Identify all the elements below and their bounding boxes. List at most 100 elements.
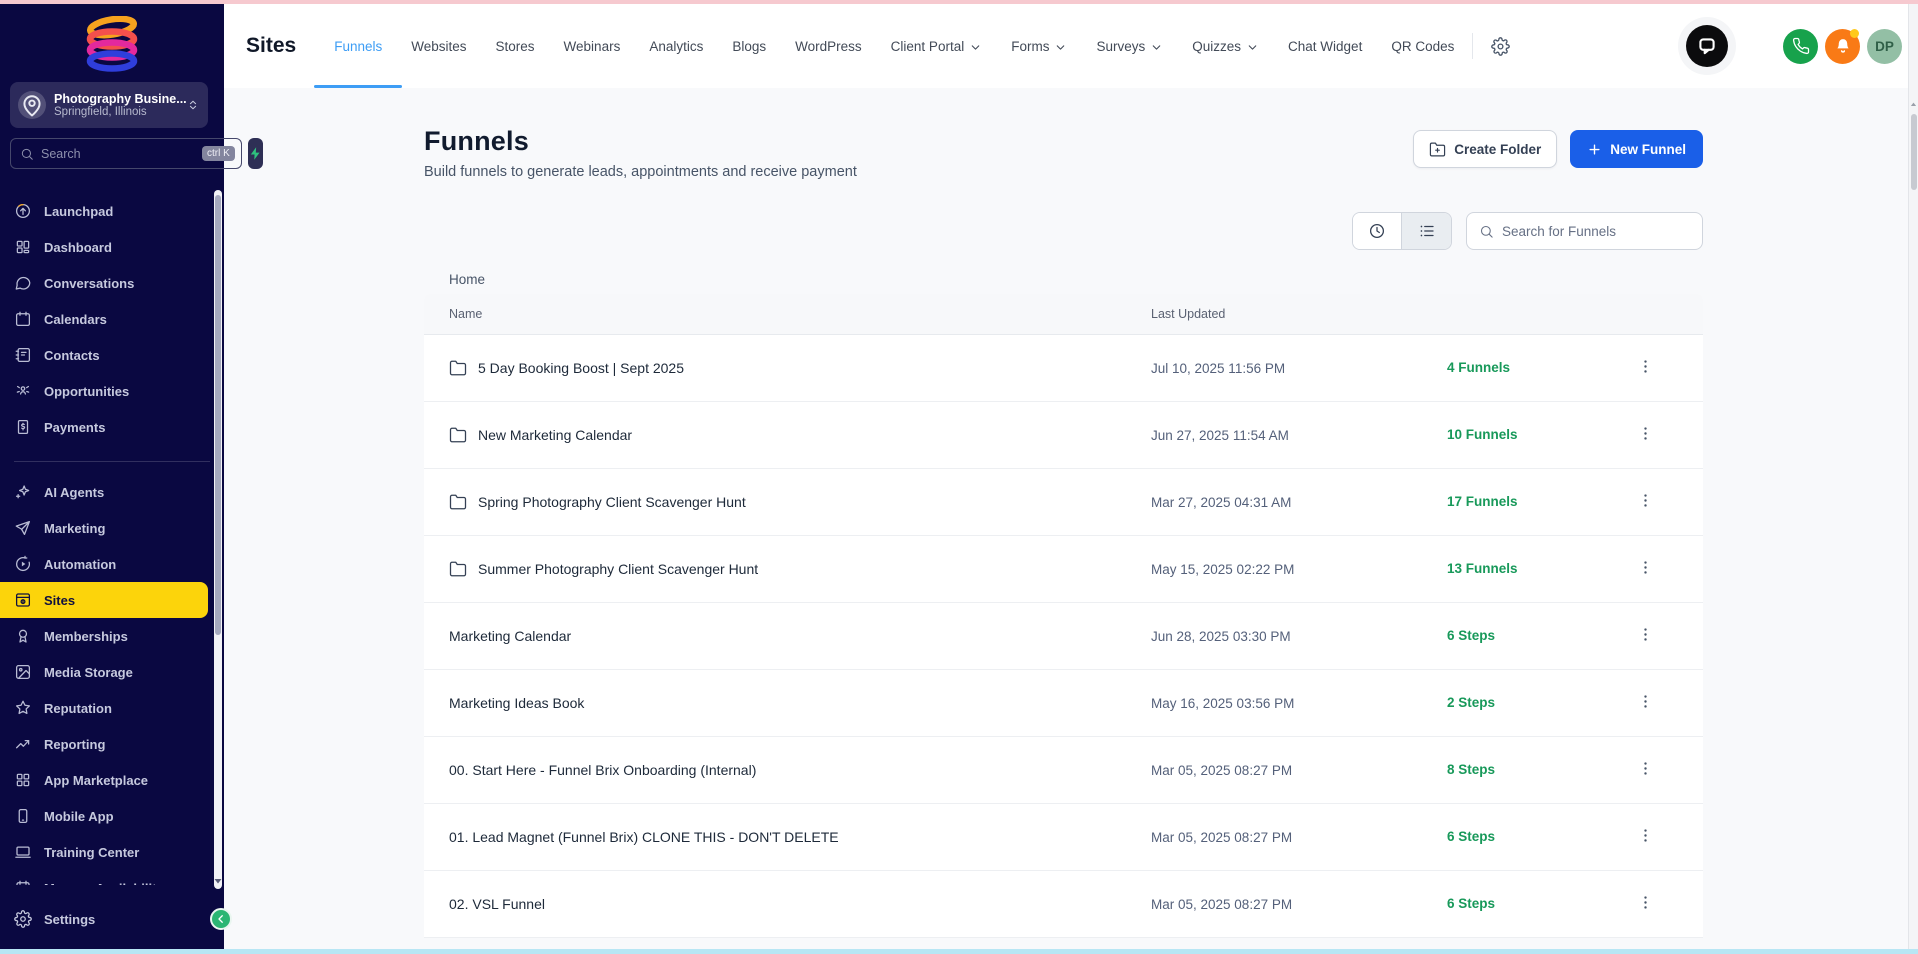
row-name: New Marketing Calendar bbox=[478, 427, 632, 443]
sites-icon bbox=[14, 591, 32, 609]
user-avatar[interactable]: DP bbox=[1867, 29, 1902, 64]
tab-client-portal[interactable]: Client Portal bbox=[891, 4, 983, 88]
table-row[interactable]: Summer Photography Client Scavenger Hunt… bbox=[424, 536, 1703, 603]
quick-actions-button[interactable] bbox=[248, 138, 263, 169]
row-count-link[interactable]: 4 Funnels bbox=[1447, 360, 1510, 375]
table-row[interactable]: 00. Start Here - Funnel Brix Onboarding … bbox=[424, 737, 1703, 804]
chevron-down-icon bbox=[1246, 41, 1259, 54]
sidebar-item-media-storage[interactable]: Media Storage bbox=[0, 654, 208, 690]
sidebar-item-reporting[interactable]: Reporting bbox=[0, 726, 208, 762]
help-chat-button[interactable] bbox=[1686, 25, 1728, 67]
sidebar-item-ai-agents[interactable]: AI Agents bbox=[0, 474, 208, 510]
sidebar-item-reputation[interactable]: Reputation bbox=[0, 690, 208, 726]
tab-surveys[interactable]: Surveys bbox=[1096, 4, 1163, 88]
tab-webinars[interactable]: Webinars bbox=[564, 4, 621, 88]
tab-quizzes[interactable]: Quizzes bbox=[1192, 4, 1259, 88]
row-count-link[interactable]: 6 Steps bbox=[1447, 628, 1495, 643]
sidebar-item-launchpad[interactable]: Launchpad bbox=[0, 193, 208, 229]
create-folder-button[interactable]: Create Folder bbox=[1413, 130, 1557, 168]
list-view-button[interactable] bbox=[1402, 213, 1451, 249]
row-name: 01. Lead Magnet (Funnel Brix) CLONE THIS… bbox=[449, 829, 839, 845]
row-menu-button[interactable] bbox=[1630, 554, 1660, 584]
row-count-link[interactable]: 10 Funnels bbox=[1447, 427, 1518, 442]
search-icon bbox=[1479, 224, 1494, 239]
sidebar-item-conversations[interactable]: Conversations bbox=[0, 265, 208, 301]
funnel-search-input[interactable] bbox=[1502, 224, 1690, 239]
row-menu-button[interactable] bbox=[1630, 822, 1660, 852]
tab-funnels[interactable]: Funnels bbox=[334, 4, 382, 88]
sidebar-search-input[interactable] bbox=[41, 147, 202, 161]
tab-blogs[interactable]: Blogs bbox=[732, 4, 766, 88]
sidebar-item-training-center[interactable]: Training Center bbox=[0, 834, 208, 870]
sidebar-scrollbar[interactable] bbox=[214, 190, 222, 889]
sidebar-item-automation[interactable]: Automation bbox=[0, 546, 208, 582]
page-scrollbar-thumb[interactable] bbox=[1911, 114, 1917, 190]
table-row[interactable]: 02. VSL Funnel Mar 05, 2025 08:27 PM 6 S… bbox=[424, 871, 1703, 938]
row-count-link[interactable]: 8 Steps bbox=[1447, 762, 1495, 777]
tab-analytics[interactable]: Analytics bbox=[649, 4, 703, 88]
table-row[interactable]: New Marketing Calendar Jun 27, 2025 11:5… bbox=[424, 402, 1703, 469]
table-row[interactable]: Marketing Calendar Jun 28, 2025 03:30 PM… bbox=[424, 603, 1703, 670]
row-name: 5 Day Booking Boost | Sept 2025 bbox=[478, 360, 684, 376]
sidebar-search[interactable]: ctrl K bbox=[10, 138, 242, 169]
breadcrumb[interactable]: Home bbox=[424, 272, 1703, 287]
row-menu-button[interactable] bbox=[1630, 420, 1660, 450]
row-menu-button[interactable] bbox=[1630, 621, 1660, 651]
row-menu-button[interactable] bbox=[1630, 755, 1660, 785]
new-funnel-button[interactable]: New Funnel bbox=[1570, 130, 1703, 168]
sidebar-scrollbar-thumb[interactable] bbox=[215, 195, 221, 635]
sidebar-item-settings[interactable]: Settings bbox=[0, 901, 208, 937]
row-count-link[interactable]: 6 Steps bbox=[1447, 896, 1495, 911]
sidebar-item-app-marketplace[interactable]: App Marketplace bbox=[0, 762, 208, 798]
sidebar-item-marketing[interactable]: Marketing bbox=[0, 510, 208, 546]
lightning-bolt-icon bbox=[248, 146, 263, 161]
table-row[interactable]: 01. Lead Magnet (Funnel Brix) CLONE THIS… bbox=[424, 804, 1703, 871]
table-row[interactable]: Spring Photography Client Scavenger Hunt… bbox=[424, 469, 1703, 536]
sidebar-collapse-button[interactable] bbox=[210, 908, 232, 930]
row-menu-button[interactable] bbox=[1630, 688, 1660, 718]
tab-websites[interactable]: Websites bbox=[411, 4, 466, 88]
page-scrollbar[interactable] bbox=[1908, 4, 1918, 949]
row-menu-button[interactable] bbox=[1630, 353, 1660, 383]
row-count-link[interactable]: 2 Steps bbox=[1447, 695, 1495, 710]
notifications-button[interactable] bbox=[1825, 29, 1860, 64]
sidebar-item-manage-availability[interactable]: Manage Availability bbox=[0, 870, 208, 885]
tab-wordpress[interactable]: WordPress bbox=[795, 4, 862, 88]
row-count-link[interactable]: 17 Funnels bbox=[1447, 494, 1518, 509]
row-count-link[interactable]: 13 Funnels bbox=[1447, 561, 1518, 576]
tab-stores[interactable]: Stores bbox=[496, 4, 535, 88]
scroll-up-arrow-icon[interactable] bbox=[1909, 100, 1918, 109]
row-name: 02. VSL Funnel bbox=[449, 896, 545, 912]
row-menu-button[interactable] bbox=[1630, 889, 1660, 919]
sidebar-item-calendars[interactable]: Calendars bbox=[0, 301, 208, 337]
table-row[interactable]: Marketing Ideas Book May 16, 2025 03:56 … bbox=[424, 670, 1703, 737]
scroll-down-arrow-icon[interactable] bbox=[212, 875, 224, 887]
phone-button[interactable] bbox=[1783, 29, 1818, 64]
sites-settings-gear-icon[interactable] bbox=[1491, 37, 1510, 56]
sidebar-item-mobile-app[interactable]: Mobile App bbox=[0, 798, 208, 834]
tab-qr-codes[interactable]: QR Codes bbox=[1391, 4, 1454, 88]
sidebar-item-contacts[interactable]: Contacts bbox=[0, 337, 208, 373]
sidebar-item-dashboard[interactable]: Dashboard bbox=[0, 229, 208, 265]
sidebar-item-opportunities[interactable]: Opportunities bbox=[0, 373, 208, 409]
sidebar-item-payments[interactable]: Payments bbox=[0, 409, 208, 445]
sidebar-item-memberships[interactable]: Memberships bbox=[0, 618, 208, 654]
row-name: Marketing Ideas Book bbox=[449, 695, 584, 711]
row-menu-button[interactable] bbox=[1630, 487, 1660, 517]
chat-bubble-icon bbox=[1696, 35, 1718, 57]
funnel-search[interactable] bbox=[1466, 212, 1703, 250]
main-area: Sites Funnels Websites Stores Webinars A… bbox=[224, 4, 1918, 949]
account-switcher[interactable]: Photography Busine... Springfield, Illin… bbox=[10, 82, 208, 128]
taskbar-edge bbox=[0, 949, 1918, 954]
row-count-link[interactable]: 6 Steps bbox=[1447, 829, 1495, 844]
row-name: 00. Start Here - Funnel Brix Onboarding … bbox=[449, 762, 756, 778]
opportunities-icon bbox=[14, 382, 32, 400]
gear-icon bbox=[14, 910, 32, 928]
tab-chat-widget[interactable]: Chat Widget bbox=[1288, 4, 1362, 88]
recent-view-button[interactable] bbox=[1353, 213, 1402, 249]
tab-forms[interactable]: Forms bbox=[1011, 4, 1067, 88]
sidebar-divider bbox=[14, 461, 210, 462]
table-row[interactable]: 5 Day Booking Boost | Sept 2025 Jul 10, … bbox=[424, 335, 1703, 402]
sidebar-item-sites[interactable]: Sites bbox=[0, 582, 208, 618]
mobile-app-icon bbox=[14, 807, 32, 825]
